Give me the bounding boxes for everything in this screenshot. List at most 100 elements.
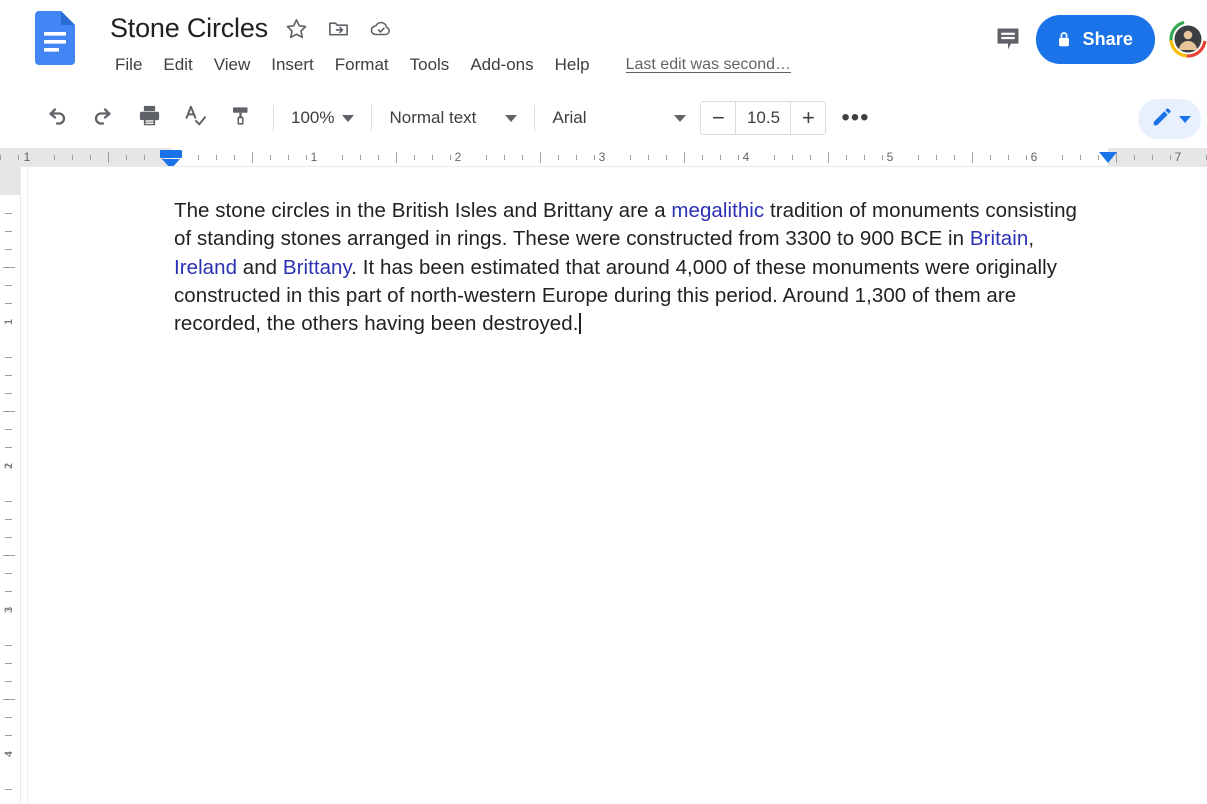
ruler-tick: [522, 155, 523, 160]
ruler-tick: [5, 789, 12, 790]
ruler-tick: [3, 411, 15, 412]
more-options-button[interactable]: •••: [836, 99, 874, 137]
ruler-tick: [270, 155, 271, 160]
ruler-tick: [918, 155, 919, 160]
print-icon: [137, 103, 162, 133]
ruler-tick: [1008, 155, 1009, 160]
last-edit-link[interactable]: Last edit was second…: [626, 56, 791, 74]
chevron-down-icon: [1179, 115, 1191, 123]
redo-button[interactable]: [84, 99, 122, 137]
ruler-tick: [144, 155, 145, 160]
spellcheck-button[interactable]: [176, 99, 214, 137]
menu-item-tools[interactable]: Tools: [401, 52, 459, 78]
ruler-tick: [414, 155, 415, 160]
ruler-tick: [738, 155, 739, 160]
zoom-selector[interactable]: 100%: [283, 101, 362, 135]
document-link[interactable]: megalithic: [671, 199, 764, 222]
ruler-tick: [288, 155, 289, 160]
menu-item-format[interactable]: Format: [326, 52, 398, 78]
toolbar-divider: [273, 105, 274, 131]
ruler-tick: [198, 155, 199, 160]
document-body[interactable]: The stone circles in the British Isles a…: [174, 197, 1099, 338]
ruler-tick: [432, 155, 433, 160]
menu-item-view[interactable]: View: [205, 52, 260, 78]
ruler-tick: [5, 519, 12, 520]
ruler-tick: [972, 152, 973, 163]
font-family-selector[interactable]: Arial: [544, 101, 694, 135]
ruler-tick: [5, 231, 12, 232]
ruler-tick: [18, 155, 19, 160]
print-button[interactable]: [130, 99, 168, 137]
document-link[interactable]: Brittany: [283, 256, 351, 279]
ruler-tick: [3, 699, 15, 700]
document-title[interactable]: Stone Circles: [106, 9, 272, 47]
ruler-tick: [126, 155, 127, 160]
editing-mode-button[interactable]: [1138, 99, 1201, 139]
ruler-tick: [1062, 155, 1063, 160]
right-indent-marker[interactable]: [1099, 152, 1117, 163]
ruler-number: 1: [3, 318, 15, 325]
menu-item-help[interactable]: Help: [546, 52, 599, 78]
ruler-tick: [396, 152, 397, 163]
ruler-tick: [882, 155, 883, 160]
menu-item-addons[interactable]: Add-ons: [461, 52, 542, 78]
share-label: Share: [1082, 28, 1133, 49]
ruler-tick: [5, 645, 12, 646]
ruler-tick: [576, 155, 577, 160]
document-link[interactable]: Ireland: [174, 256, 237, 279]
left-indent-marker[interactable]: [160, 150, 182, 166]
cloud-saved-icon[interactable]: [364, 11, 398, 45]
ruler-tick: [864, 155, 865, 160]
ruler-tick: [5, 429, 12, 430]
menu-item-insert[interactable]: Insert: [262, 52, 323, 78]
document-scroll-area[interactable]: The stone circles in the British Isles a…: [22, 167, 1207, 804]
ruler-tick: [3, 555, 15, 556]
ruler-tick: [1080, 155, 1081, 160]
document-text-run: ,: [1028, 227, 1035, 251]
user-avatar[interactable]: [1169, 20, 1207, 58]
move-to-folder-icon[interactable]: [322, 11, 356, 45]
docs-logo-icon[interactable]: [35, 11, 75, 65]
ruler-tick: [648, 155, 649, 160]
horizontal-ruler[interactable]: 1 1 2 3 4 5 6 7: [0, 148, 1207, 167]
ruler-tick: [684, 152, 685, 163]
star-icon[interactable]: [280, 11, 314, 45]
ruler-tick: [558, 155, 559, 160]
ruler-tick: [72, 155, 73, 160]
font-size-input[interactable]: 10.5: [735, 102, 792, 134]
ruler-tick: [5, 537, 12, 538]
font-size-increase-button[interactable]: +: [791, 102, 825, 134]
undo-button[interactable]: [38, 99, 76, 137]
ruler-tick: [5, 393, 12, 394]
ruler-tick: [3, 267, 15, 268]
ruler-tick: [5, 591, 12, 592]
menu-item-edit[interactable]: Edit: [154, 52, 201, 78]
ruler-tick: [5, 357, 12, 358]
comment-bubble-icon[interactable]: [986, 17, 1030, 61]
menu-item-file[interactable]: File: [106, 52, 151, 78]
document-link[interactable]: Britain: [970, 227, 1028, 250]
ruler-tick: [216, 155, 217, 160]
pencil-edit-icon: [1150, 104, 1175, 134]
ruler-tick: [666, 155, 667, 160]
share-button[interactable]: Share: [1036, 14, 1155, 64]
font-size-stepper: − 10.5 +: [700, 101, 827, 135]
toolbar-divider: [534, 105, 536, 131]
ruler-tick: [5, 375, 12, 376]
ruler-number: 3: [598, 150, 606, 164]
formatting-toolbar: 100% Normal text Arial − 10.5 + •••: [0, 88, 1207, 148]
paint-format-button[interactable]: [222, 99, 260, 137]
ruler-tick: [990, 155, 991, 160]
title-row: Stone Circles: [106, 7, 398, 49]
ruler-number: 6: [1030, 150, 1038, 164]
paragraph-text[interactable]: The stone circles in the British Isles a…: [174, 197, 1099, 338]
vertical-ruler[interactable]: 1 2 3 4: [0, 167, 21, 804]
ruler-tick: [0, 155, 1, 160]
ruler-tick: [5, 663, 12, 664]
paragraph-style-selector[interactable]: Normal text: [381, 101, 525, 135]
font-size-decrease-button[interactable]: −: [701, 102, 735, 134]
ruler-tick: [594, 155, 595, 160]
ruler-tick: [342, 155, 343, 160]
ruler-tick: [5, 249, 12, 250]
lock-icon: [1055, 30, 1073, 49]
